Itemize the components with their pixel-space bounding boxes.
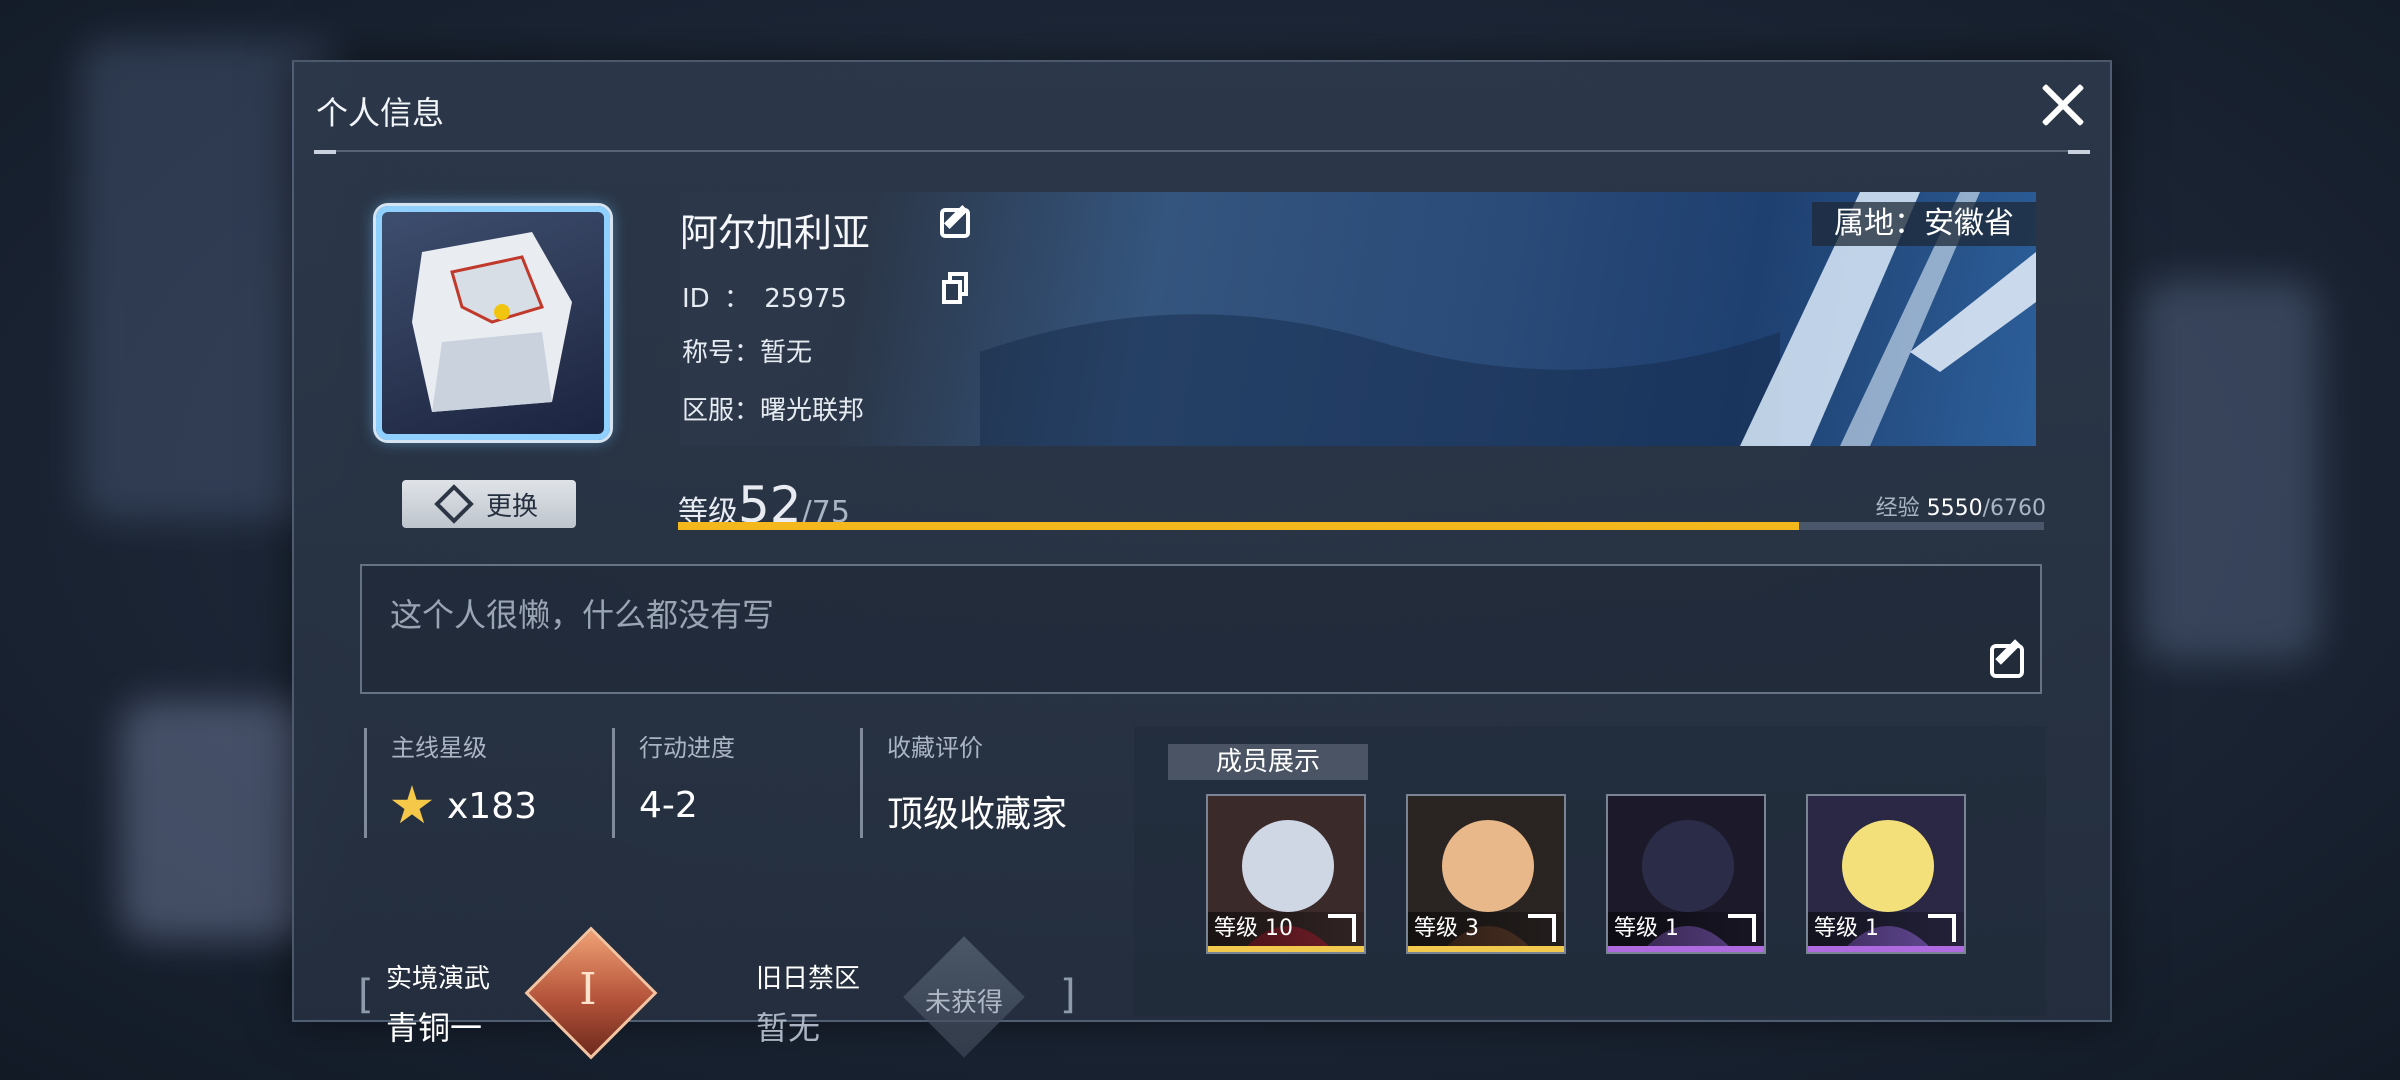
- server-label: 区服：: [682, 396, 761, 426]
- stat-label: 行动进度: [639, 734, 735, 762]
- star-icon: [391, 785, 433, 824]
- upgrade-arrow-icon: [1328, 914, 1356, 942]
- rank-value: 青铜一: [386, 1009, 483, 1047]
- rank-bracket-open: [: [358, 972, 374, 1018]
- stat-action-progress: 行动进度 4-2: [612, 728, 735, 838]
- member-card[interactable]: 等级 3: [1406, 794, 1566, 954]
- region-tag: 属地：安徽省: [1812, 202, 2036, 246]
- stars-count: x183: [447, 785, 538, 827]
- upgrade-arrow-icon: [1728, 914, 1756, 942]
- title-label: 称号：: [682, 338, 761, 368]
- member-card[interactable]: 等级 1: [1806, 794, 1966, 954]
- change-avatar-label: 更换: [485, 491, 538, 522]
- locked-rank-text: 未获得: [924, 988, 1003, 1018]
- upgrade-arrow-icon: [1928, 914, 1956, 942]
- rarity-strip: [1208, 946, 1364, 952]
- stat-value: 4-2: [639, 785, 698, 826]
- rarity-strip: [1408, 946, 1564, 952]
- member-card[interactable]: 等级 1: [1606, 794, 1766, 954]
- profile-banner: 属地：安徽省: [680, 192, 2036, 446]
- bronze-rank-numeral: I: [579, 964, 597, 1015]
- members-label: 成员展示: [1168, 744, 1368, 780]
- stat-value: 顶级收藏家: [887, 794, 1068, 835]
- signature-text: 这个人很懒，什么都没有写: [390, 596, 775, 634]
- title-divider: [314, 150, 2090, 154]
- exp-max: /6760: [1982, 496, 2046, 521]
- stat-label: 收藏评价: [887, 734, 983, 762]
- close-icon[interactable]: [2038, 80, 2088, 130]
- player-server-row: 区服：曙光联邦: [682, 390, 864, 427]
- exp-progress-bar: [678, 522, 2044, 530]
- rank-title: 旧日禁区: [756, 964, 861, 994]
- id-label: ID: [682, 284, 710, 314]
- rarity-strip: [1808, 946, 1964, 952]
- rarity-strip: [1608, 946, 1764, 952]
- id-value: 25975: [764, 284, 847, 314]
- exp-label: 经验: [1875, 496, 1920, 521]
- player-title-row: 称号：暂无: [682, 332, 812, 369]
- stat-value: x183: [391, 785, 537, 827]
- swap-icon: [434, 484, 474, 524]
- rank-value: 暂无: [756, 1009, 821, 1047]
- avatar[interactable]: [376, 206, 610, 440]
- id-separator: ：: [723, 284, 750, 314]
- edit-signature-icon[interactable]: [1990, 644, 2024, 678]
- exp-display: 经验 5550/6760: [1876, 490, 2046, 522]
- bg-shape: [120, 700, 320, 940]
- signature-box[interactable]: 这个人很懒，什么都没有写: [360, 564, 2042, 694]
- bg-shape: [2140, 280, 2320, 660]
- exp-current: 5550: [1926, 496, 1983, 521]
- copy-id-icon[interactable]: [942, 272, 968, 304]
- player-name: 阿尔加利亚: [680, 211, 871, 255]
- edit-name-icon[interactable]: [940, 208, 970, 238]
- rank-old-zone: 旧日禁区 暂无: [756, 958, 860, 1049]
- rank-title: 实境演武: [386, 964, 491, 994]
- title-value: 暂无: [760, 338, 813, 368]
- panel-title: 个人信息: [316, 94, 445, 132]
- player-id-row: ID ： 25975: [682, 278, 847, 315]
- exp-progress-fill: [678, 522, 1800, 530]
- server-value: 曙光联邦: [760, 396, 865, 426]
- stat-label: 主线星级: [391, 734, 487, 762]
- rank-real-combat: 实境演武 青铜一: [386, 958, 490, 1049]
- stat-main-stars: 主线星级 x183: [364, 728, 537, 838]
- stat-collection-rating: 收藏评价 顶级收藏家: [860, 728, 1067, 838]
- avatar-portrait: [412, 232, 572, 412]
- change-avatar-button[interactable]: 更换: [402, 480, 576, 528]
- member-card[interactable]: 等级 10: [1206, 794, 1366, 954]
- profile-panel: 个人信息 更换 属地：安徽省 阿尔加利亚 ID ： 25975 称号：暂无 区服…: [292, 60, 2112, 1060]
- rank-bracket-close: ]: [1060, 972, 1076, 1018]
- upgrade-arrow-icon: [1528, 914, 1556, 942]
